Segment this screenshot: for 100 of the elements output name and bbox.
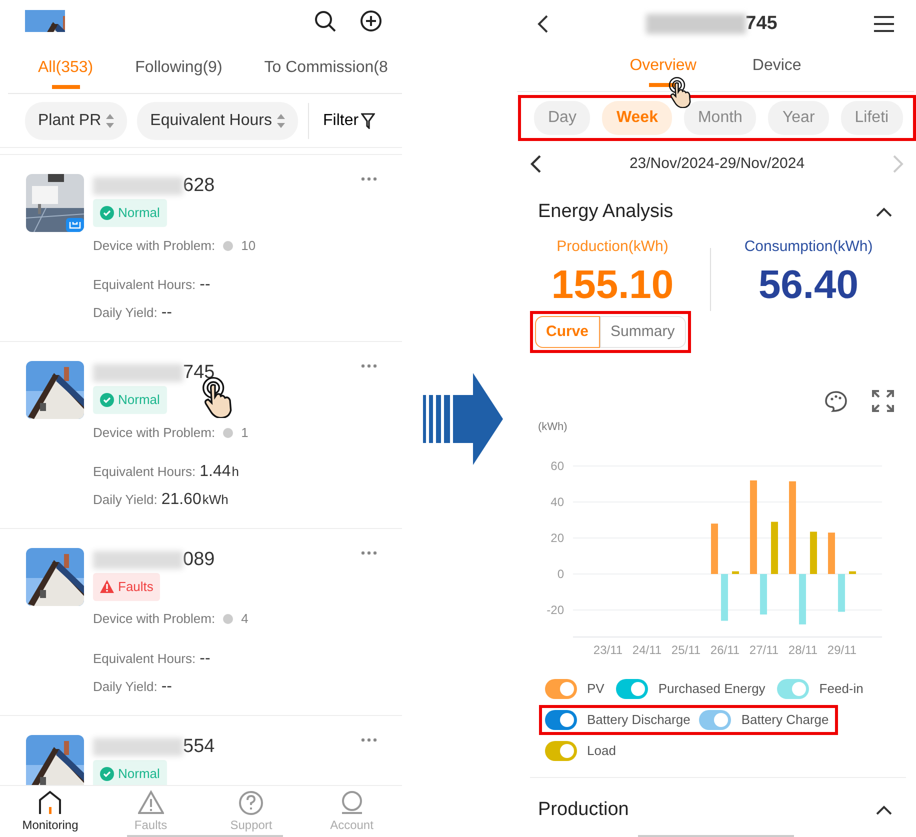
equivalent-hours-value: 1.44 — [200, 462, 231, 482]
daily-yield-value: -- — [161, 303, 172, 324]
legend-label: Battery Discharge — [587, 711, 690, 730]
section-title: Energy Analysis — [538, 200, 674, 224]
problem-label: Device with Problem: — [93, 424, 216, 442]
daily-yield-value: -- — [161, 676, 172, 697]
axis-tick-label: 27/11 — [749, 643, 779, 657]
plant-name[interactable]: 089 — [183, 546, 215, 574]
plant-name[interactable]: 554 — [183, 732, 215, 762]
axis-unit: (kWh) — [538, 421, 568, 433]
previous-icon[interactable] — [530, 154, 542, 174]
back-icon[interactable] — [537, 14, 549, 34]
axis-tick-label: -20 — [546, 603, 564, 617]
status-badge: Normal — [93, 199, 167, 226]
period-chip[interactable]: Month — [684, 101, 756, 135]
check-circle-icon — [100, 392, 114, 407]
period-chip[interactable]: Day — [534, 101, 590, 135]
status-dot-icon — [223, 428, 234, 438]
period-chip[interactable]: Lifeti — [840, 101, 903, 135]
axis-tick-label: 24/11 — [632, 643, 662, 657]
chart-bar — [828, 532, 835, 574]
problem-count: 4 — [241, 610, 248, 628]
section-title: Production — [538, 798, 629, 822]
add-icon[interactable] — [360, 10, 382, 32]
collapse-icon[interactable] — [876, 206, 892, 217]
consumption-label: Consumption(kWh) — [743, 237, 874, 257]
daily-yield-label: Daily Yield: — [93, 678, 158, 696]
tab[interactable]: Device — [752, 48, 802, 91]
status-badge: Faults — [93, 573, 160, 600]
view-toggle-option[interactable]: Curve — [535, 316, 600, 348]
consumption-value: 56.40 — [757, 262, 860, 308]
axis-tick-label: 26/11 — [710, 643, 740, 657]
legend-toggle[interactable] — [777, 679, 810, 699]
daily-yield-label: Daily Yield: — [93, 304, 158, 322]
legend-toggle[interactable] — [616, 679, 648, 699]
nav-tab[interactable]: Support — [201, 786, 302, 837]
palette-icon[interactable] — [824, 390, 848, 412]
legend-label: Battery Charge — [741, 711, 829, 730]
status-badge: Normal — [93, 386, 167, 414]
more-icon[interactable] — [361, 364, 377, 368]
tab[interactable]: To Commission(8 — [264, 50, 388, 93]
axis-tick-label: 29/11 — [827, 643, 857, 657]
check-circle-icon — [100, 206, 114, 220]
menu-icon[interactable] — [874, 15, 894, 33]
axis-tick-label: 40 — [550, 495, 564, 509]
problem-count: 10 — [241, 236, 256, 255]
fullscreen-icon[interactable] — [872, 390, 894, 412]
nav-tab[interactable]: Account — [302, 786, 402, 837]
legend-toggle[interactable] — [545, 741, 577, 761]
warning-icon — [138, 790, 164, 816]
period-chip[interactable]: Year — [768, 101, 829, 135]
plant-name[interactable]: 628 — [183, 172, 215, 200]
status-badge: Normal — [93, 760, 167, 785]
sort-icon — [106, 114, 114, 128]
legend-label: Feed-in — [819, 680, 864, 698]
chart-bar — [760, 574, 767, 614]
daily-yield-value: 21.60 — [161, 490, 202, 510]
unit-label: kWh — [202, 491, 228, 510]
axis-tick-label: 28/11 — [788, 643, 818, 657]
production-value: 155.10 — [550, 262, 675, 308]
date-range: 23/Nov/2024-29/Nov/2024 — [629, 154, 805, 174]
equivalent-hours-label: Equivalent Hours: — [93, 463, 196, 482]
daily-yield-label: Daily Yield: — [93, 491, 158, 510]
nav-tab[interactable]: Faults — [100, 786, 201, 837]
problem-count: 1 — [241, 424, 248, 442]
chart-bar — [799, 574, 806, 624]
more-icon[interactable] — [361, 551, 377, 555]
problem-label: Device with Problem: — [93, 236, 216, 255]
view-toggle-option[interactable]: Summary — [600, 316, 686, 348]
axis-tick-label: 0 — [557, 567, 564, 581]
status-dot-icon — [223, 614, 234, 624]
chart-bar — [732, 571, 739, 574]
more-icon[interactable] — [361, 177, 377, 181]
nav-tab[interactable]: Monitoring — [0, 786, 100, 837]
home-icon — [37, 790, 64, 816]
sort-chip[interactable]: Plant PR — [25, 102, 128, 140]
chart-bar — [849, 571, 856, 574]
search-icon[interactable] — [314, 10, 336, 32]
more-icon[interactable] — [361, 738, 377, 742]
sort-chip[interactable]: Equivalent Hours — [137, 102, 298, 140]
axis-tick-label: 20 — [550, 531, 564, 545]
axis-tick-label: 60 — [550, 459, 564, 473]
chart-bar — [810, 532, 817, 574]
equivalent-hours-label: Equivalent Hours: — [93, 650, 196, 668]
period-chip[interactable]: Week — [602, 101, 672, 135]
legend-label: Purchased Energy — [658, 680, 766, 698]
legend-toggle[interactable] — [545, 679, 577, 699]
plant-name[interactable]: 745 — [183, 358, 215, 388]
equivalent-hours-value: -- — [200, 275, 210, 296]
legend-toggle[interactable] — [545, 710, 577, 730]
tab[interactable]: Following(9) — [135, 50, 222, 93]
chart-bar — [721, 574, 728, 621]
page-title: 745 — [746, 12, 778, 36]
warning-icon — [100, 580, 114, 594]
check-circle-icon — [100, 766, 114, 781]
filter-button[interactable]: Filter — [308, 103, 375, 139]
production-label: Production(kWh) — [556, 237, 670, 257]
filter-icon — [360, 113, 375, 129]
legend-toggle[interactable] — [699, 710, 732, 730]
collapse-icon[interactable] — [876, 805, 892, 816]
